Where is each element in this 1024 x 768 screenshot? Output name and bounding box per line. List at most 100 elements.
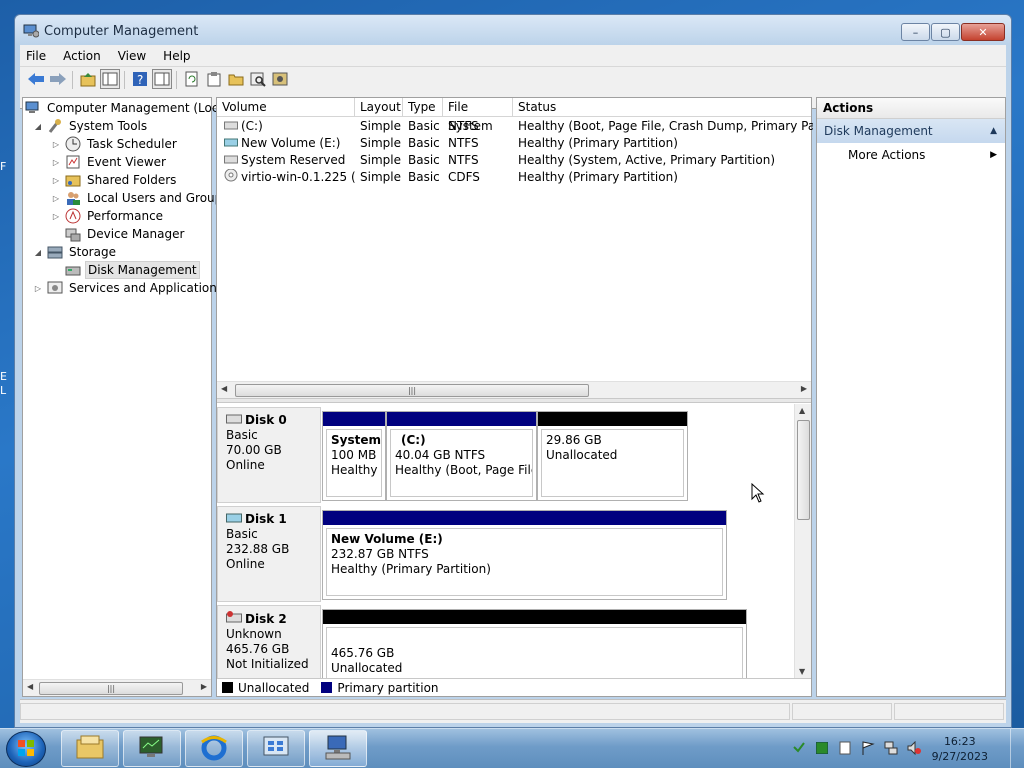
expand-arrow-icon[interactable]: ▷ [51,212,61,221]
partition-status: Healthy (Boot, Page File, C [395,463,532,477]
network-icon[interactable] [884,741,898,755]
scroll-down-icon[interactable]: ▼ [799,667,805,676]
tree-item-storage[interactable]: ◢ Storage [33,243,118,261]
collapse-arrow-icon[interactable]: ◢ [33,248,43,257]
scroll-thumb[interactable]: ||| [39,682,183,695]
clock-icon [65,136,81,152]
actions-section-disk-management[interactable]: Disk Management ▲ [817,119,1005,143]
tree-item-disk-management[interactable]: Disk Management [65,261,200,279]
expand-arrow-icon[interactable]: ▷ [51,140,61,149]
expand-arrow-icon[interactable]: ▷ [51,194,61,203]
server-manager-icon [137,734,167,763]
green-status-icon[interactable] [815,741,829,755]
volume-list-horizontal-scrollbar[interactable]: ◀ ||| ▶ [217,381,811,398]
column-header-type[interactable]: Type [403,98,443,117]
show-hide-tree-icon[interactable] [100,69,120,89]
tree-item-task-scheduler[interactable]: ▷ Task Scheduler [51,135,179,153]
clock[interactable]: 16:23 9/27/2023 [932,734,988,764]
search-icon[interactable] [248,69,268,89]
more-actions-item[interactable]: More Actions ▶ [817,143,1005,167]
tree-item-computer-management[interactable]: Computer Management (Local [25,99,231,117]
partition-system-reserved[interactable]: System F100 MB NHealthy ( [322,411,386,501]
scroll-left-icon[interactable]: ◀ [27,682,33,691]
volume-layout: Simple [360,119,401,133]
pane-splitter[interactable] [217,398,811,403]
disk-row: Disk 2 Unknown 465.76 GB Not Initialized… [217,605,797,678]
scroll-up-icon[interactable]: ▲ [799,406,805,415]
tree-item-system-tools[interactable]: ◢ System Tools [33,117,149,135]
tree-label: System Tools [69,119,148,133]
maximize-button[interactable]: ▢ [931,23,960,41]
taskbar-control-panel-button[interactable] [247,730,305,767]
back-icon[interactable] [26,69,46,89]
close-button[interactable]: ✕ [961,23,1005,41]
disk-kind: Basic [226,527,258,541]
taskbar-server-manager-button[interactable] [123,730,181,767]
volume-muted-icon[interactable] [907,741,921,755]
menu-view[interactable]: View [118,49,146,63]
flag-icon[interactable] [861,741,875,755]
minimize-button[interactable]: – [901,23,930,41]
scroll-left-icon[interactable]: ◀ [221,384,227,393]
partition-unallocated[interactable]: 29.86 GB Unallocated [537,411,688,501]
scroll-right-icon[interactable]: ▶ [801,384,807,393]
expand-arrow-icon[interactable]: ▷ [33,284,43,293]
partition-color-bar [387,412,536,426]
partition-size: 40.04 GB NTFS [395,448,486,462]
disk-info[interactable]: Disk 1 Basic 232.88 GB Online [217,506,321,602]
column-header-layout[interactable]: Layout [355,98,403,117]
volume-row[interactable]: System Reserved Simple Basic NTFS Health… [217,152,811,169]
menu-file[interactable]: File [26,49,46,63]
scroll-thumb[interactable] [797,420,810,520]
disk-view-vertical-scrollbar[interactable]: ▲ ▼ [794,404,811,678]
column-header-status[interactable]: Status [513,98,813,117]
taskbar-internet-explorer-button[interactable] [185,730,243,767]
volume-row[interactable]: virtio-win-0.1.225 (D:) Simple Basic CDF… [217,169,811,186]
partition-c-drive[interactable]: (C:) 40.04 GB NTFS Healthy (Boot, Page Fil… [386,411,537,501]
menu-action[interactable]: Action [63,49,101,63]
tree-item-event-viewer[interactable]: ▷ Event Viewer [51,153,168,171]
column-header-volume[interactable]: Volume [217,98,355,117]
open-folder-icon[interactable] [226,69,246,89]
cd-drive-icon [224,169,238,186]
help-icon[interactable]: ? [130,69,150,89]
menu-help[interactable]: Help [163,49,190,63]
partition-status: Unallocated [331,661,403,675]
tree-item-shared-folders[interactable]: ▷ Shared Folders [51,171,178,189]
partition-unallocated[interactable]: 465.76 GB Unallocated [322,609,747,678]
disk-info[interactable]: Disk 0 Basic 70.00 GB Online [217,407,321,503]
tree-item-services-applications[interactable]: ▷ Services and Applications [33,279,225,297]
show-hide-action-pane-icon[interactable] [152,69,172,89]
scroll-right-icon[interactable]: ▶ [201,682,207,691]
primary-swatch [321,682,333,693]
disk-info[interactable]: Disk 2 Unknown 465.76 GB Not Initialized [217,605,321,678]
tree-item-device-manager[interactable]: Device Manager [65,225,186,243]
disk-settings-icon[interactable] [270,69,290,89]
scroll-thumb[interactable]: ||| [235,384,589,397]
properties-icon[interactable] [204,69,224,89]
column-header-file-system[interactable]: File System [443,98,513,133]
volume-row[interactable]: New Volume (E:) Simple Basic NTFS Health… [217,135,811,152]
volume-row[interactable]: (C:) Simple Basic NTFS Healthy (Boot, Pa… [217,118,813,135]
up-folder-icon[interactable] [78,69,98,89]
tree-item-local-users[interactable]: ▷ Local Users and Groups [51,189,231,207]
collapse-arrow-icon[interactable]: ◢ [33,122,43,131]
title-bar[interactable]: Computer Management – ▢ ✕ [15,15,1011,45]
tree-label: Services and Applications [69,281,224,295]
disk-row: Disk 1 Basic 232.88 GB Online New Volume… [217,506,797,602]
tree-horizontal-scrollbar[interactable]: ◀ ||| ▶ [23,679,211,696]
collapse-arrow-icon[interactable]: ▲ [990,119,997,143]
show-desktop-button[interactable] [1010,729,1024,768]
tree-item-performance[interactable]: ▷ Performance [51,207,165,225]
expand-arrow-icon[interactable]: ▷ [51,158,61,167]
partition-new-volume-e[interactable]: New Volume (E:) 232.87 GB NTFS Healthy (Pr… [322,510,727,600]
refresh-icon[interactable] [182,69,202,89]
forward-icon[interactable] [48,69,68,89]
start-button[interactable] [6,731,46,767]
taskbar-explorer-button[interactable] [61,730,119,767]
document-icon[interactable] [838,741,852,755]
action-center-icon[interactable] [792,741,806,755]
console-tree: Computer Management (Local ◢ System Tool… [22,97,229,697]
expand-arrow-icon[interactable]: ▷ [51,176,61,185]
taskbar-computer-management-button[interactable] [309,730,367,767]
